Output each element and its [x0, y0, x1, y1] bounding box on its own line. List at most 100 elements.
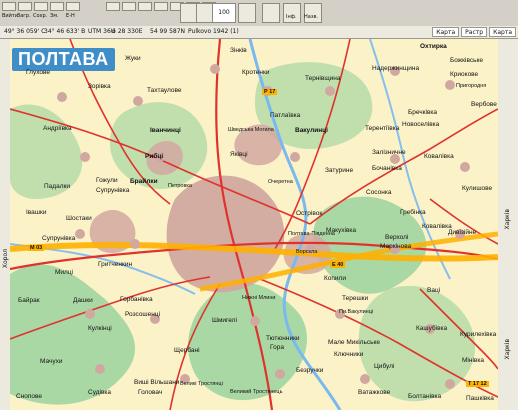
place-label: Щербані — [174, 347, 200, 354]
place-label: Головач — [138, 389, 163, 396]
toolbar-button-7[interactable] — [122, 2, 136, 11]
toolbar-label-load: Загр. — [17, 13, 31, 19]
map-tools-icon[interactable] — [238, 3, 256, 23]
toolbar-label-zm: Зм. — [50, 13, 59, 19]
toolbar-button-8[interactable] — [138, 2, 152, 11]
place-label: Кашубівка — [416, 325, 448, 332]
toolbar-button-5[interactable] — [66, 2, 80, 11]
compass-icon[interactable] — [262, 3, 280, 23]
toolbar-button-1[interactable] — [2, 2, 16, 11]
toolbar-label-en: Е-Н — [66, 13, 75, 19]
place-label: Гритченкин — [98, 261, 133, 268]
map-canvas[interactable]: ПОЛТАВА Глухове Жуки Зінків Кротенки Тер… — [10, 39, 498, 410]
place-label: Маркінова — [380, 243, 412, 250]
toolbar-button-3[interactable] — [34, 2, 48, 11]
place-label: Нижні Млини — [242, 295, 276, 301]
village-marker — [290, 152, 300, 162]
place-label: Снопове — [16, 393, 43, 400]
place-label: Кротенки — [242, 69, 270, 76]
place-label: Ключники — [334, 351, 364, 358]
place-label: Кулкінці — [88, 325, 112, 332]
place-label: Гожули — [96, 177, 118, 184]
toolbar-button-2[interactable] — [18, 2, 32, 11]
place-label: Зорівка — [88, 83, 111, 90]
place-label: Дашки — [73, 297, 93, 304]
place-label: Судівка — [88, 389, 112, 396]
toolbar-label-exit: Вийти — [2, 13, 19, 19]
place-label: Охтирка — [420, 43, 447, 50]
place-label: Падалки — [44, 183, 70, 190]
toolbar-label-save: Сохр. — [33, 13, 48, 19]
place-label: Тахтаулове — [147, 87, 182, 94]
village-marker — [275, 369, 285, 379]
tab-map-2[interactable]: Карта — [489, 27, 516, 37]
village-marker — [75, 229, 85, 239]
place-label: Пригородня — [456, 83, 487, 89]
village-marker — [133, 96, 143, 106]
place-label: Байрак — [18, 297, 40, 304]
place-label: Мачухи — [40, 358, 63, 365]
place-label: Гора — [270, 344, 284, 351]
place-label: Рибці — [145, 153, 164, 160]
place-label: Полтава-Південна — [288, 231, 335, 237]
place-label: Гребінка — [400, 209, 426, 216]
place-label: Ваці — [427, 287, 441, 294]
route-marker: М 03 — [28, 245, 45, 251]
place-label: Мале Микільське — [328, 339, 380, 346]
place-label: Тернівщина — [305, 75, 341, 82]
info-button[interactable] — [283, 3, 301, 23]
village-marker — [57, 92, 67, 102]
toolbar-button-6[interactable] — [106, 2, 120, 11]
place-label: Милці — [55, 269, 74, 276]
right-direction-label-top: Харків — [504, 209, 511, 230]
village-marker — [325, 86, 335, 96]
place-label: Глухове — [26, 69, 50, 76]
place-label: Кулишове — [462, 185, 493, 192]
status-lon: 34° 46 633' В — [44, 28, 86, 35]
place-label: Розсошенці — [125, 311, 161, 318]
village-marker — [445, 379, 455, 389]
zoom-value: 100 — [218, 9, 230, 16]
village-marker — [250, 316, 260, 326]
place-label: Острівок — [296, 210, 323, 217]
place-label: Терентіївка — [365, 125, 400, 132]
place-label: Верхолі — [385, 234, 409, 241]
map-tabs: Карта Растр Карта — [432, 27, 516, 37]
tab-raster[interactable]: Растр — [461, 27, 488, 37]
place-label: Божківське — [450, 57, 483, 64]
place-label: Надержинщина — [372, 65, 420, 72]
place-label: Мінівка — [462, 357, 484, 364]
right-direction-label-bottom: Харків — [504, 339, 511, 360]
right-direction-rail: Харків Харків — [497, 39, 518, 410]
place-label: Яківці — [230, 151, 248, 158]
left-direction-label: Хорол — [2, 249, 9, 269]
place-label: Шмигелі — [212, 317, 237, 324]
place-label: Вакулинці — [295, 127, 328, 134]
place-label: Ватажкове — [358, 389, 391, 396]
place-label: Петровка — [168, 183, 192, 189]
place-label: Іванчинці — [150, 127, 181, 134]
toolbar-button-4[interactable] — [50, 2, 64, 11]
names-label: Назв. — [304, 14, 319, 20]
toolbar-left-group: Вийти Загр. Сохр. Зм. Е-Н — [2, 2, 92, 24]
place-label: Новоселівка — [402, 121, 440, 128]
zoom-input[interactable]: 100 — [212, 3, 236, 23]
place-label: Бочанівка — [372, 165, 402, 172]
place-label: Цибулі — [374, 363, 395, 370]
place-label: Залізничне — [372, 149, 406, 156]
place-label: Ковалівка — [424, 153, 454, 160]
route-marker: Е 40 — [330, 262, 346, 268]
status-datum: Pulkovo 1942 (1) — [188, 28, 239, 35]
info-label: Інф. — [286, 14, 297, 20]
place-label: Андріївка — [43, 125, 72, 132]
place-label: Шостаки — [66, 215, 92, 222]
status-y: 54 99 587N — [150, 28, 186, 35]
names-button[interactable] — [304, 3, 322, 23]
place-label: Тютюнники — [266, 335, 300, 342]
route-marker: Р 17 — [262, 89, 278, 95]
tab-map[interactable]: Карта — [432, 27, 460, 37]
toolbar-button-9[interactable] — [154, 2, 168, 11]
city-title: ПОЛТАВА — [12, 48, 115, 71]
village-marker — [85, 309, 95, 319]
place-label: Пашківка — [466, 395, 494, 402]
